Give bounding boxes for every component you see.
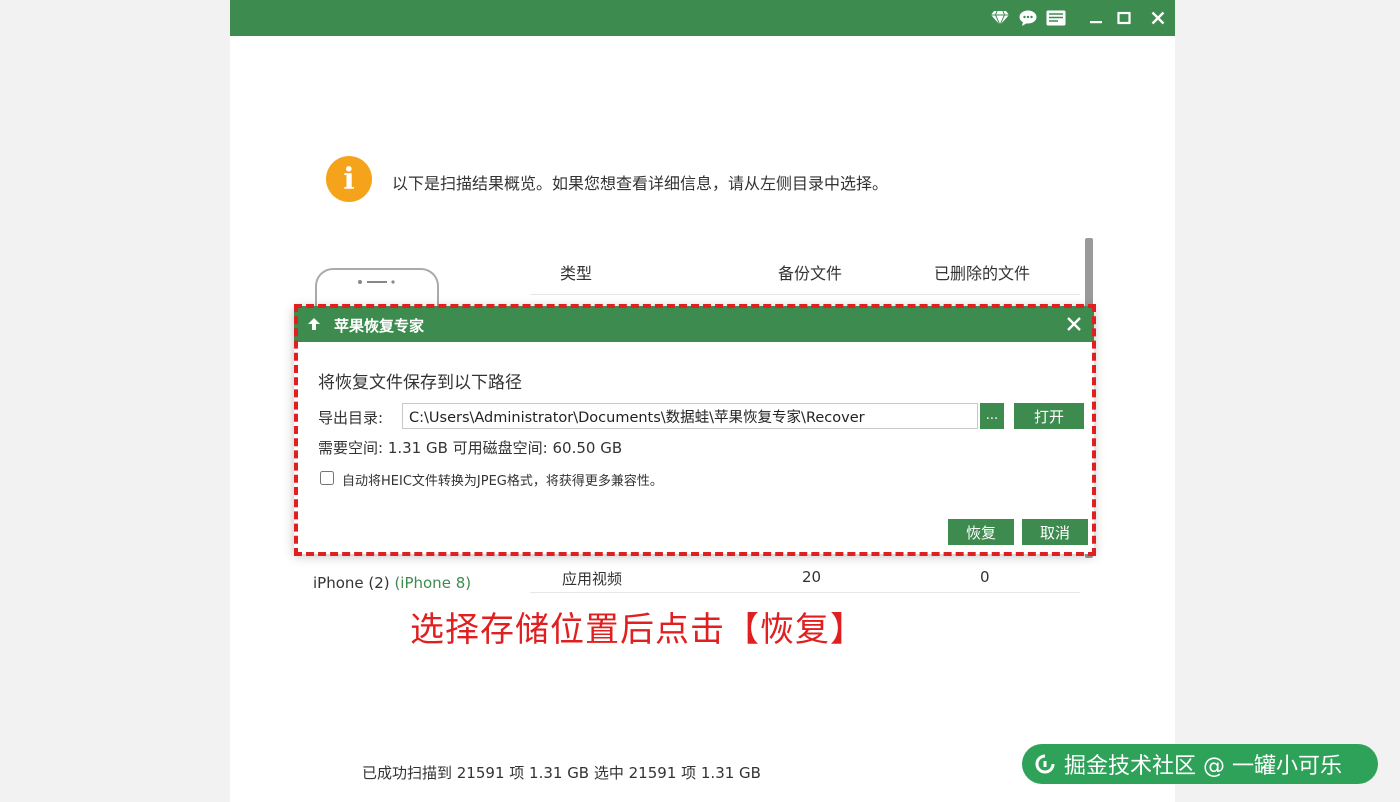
device-model: (iPhone 8) (394, 574, 472, 592)
info-icon: i (326, 156, 372, 202)
row-divider (530, 592, 1080, 593)
column-header-deleted: 已删除的文件 (934, 264, 1031, 283)
dialog-close-icon[interactable] (1066, 316, 1082, 332)
browse-button[interactable]: ... (980, 403, 1004, 429)
title-bar (230, 0, 1175, 36)
heic-convert-checkbox[interactable] (320, 471, 334, 485)
column-header-type: 类型 (560, 264, 593, 283)
save-path-dialog: 苹果恢复专家 将恢复文件保存到以下路径 导出目录: ... 打开 需要空间: 1… (294, 306, 1094, 554)
dialog-title: 苹果恢复专家 (334, 317, 425, 335)
dialog-title-bar: 苹果恢复专家 (294, 306, 1094, 342)
diamond-icon[interactable] (990, 8, 1010, 28)
heic-convert-label: 自动将HEIC文件转换为JPEG格式，将获得更多兼容性。 (342, 474, 663, 489)
open-folder-button[interactable]: 打开 (1014, 403, 1084, 429)
watermark-badge: 掘金技术社区 @ 一罐小可乐 (1022, 744, 1378, 784)
export-path-input[interactable] (402, 403, 978, 429)
close-icon[interactable] (1148, 8, 1168, 28)
column-header-backup: 备份文件 (778, 264, 843, 283)
message-icon[interactable] (1046, 8, 1066, 28)
juejin-logo-icon (1035, 754, 1055, 774)
watermark-text: 掘金技术社区 @ 一罐小可乐 (1064, 754, 1342, 779)
recover-button[interactable]: 恢复 (948, 519, 1014, 545)
export-path-label: 导出目录: (318, 409, 384, 427)
minimize-icon[interactable] (1086, 8, 1106, 28)
instruction-caption: 选择存储位置后点击【恢复】 (410, 610, 865, 650)
cancel-button[interactable]: 取消 (1022, 519, 1088, 545)
device-label[interactable]: iPhone (2) (iPhone 8) (313, 574, 471, 592)
arrow-up-icon (308, 318, 320, 330)
row-deleted-cell: 0 (980, 568, 990, 586)
space-info: 需要空间: 1.31 GB 可用磁盘空间: 60.50 GB (318, 439, 623, 457)
header-divider (530, 294, 1080, 295)
row-backup-cell: 20 (802, 568, 822, 586)
status-bar: 已成功扫描到 21591 项 1.31 GB 选中 21591 项 1.31 G… (362, 764, 761, 782)
device-name: iPhone (2) (313, 574, 390, 592)
maximize-icon[interactable] (1114, 8, 1134, 28)
row-type-cell: 应用视频 (562, 570, 623, 588)
dialog-heading: 将恢复文件保存到以下路径 (318, 373, 522, 393)
overview-info-text: 以下是扫描结果概览。如果您想查看详细信息，请从左侧目录中选择。 (392, 174, 889, 193)
chat-icon[interactable] (1018, 8, 1038, 28)
